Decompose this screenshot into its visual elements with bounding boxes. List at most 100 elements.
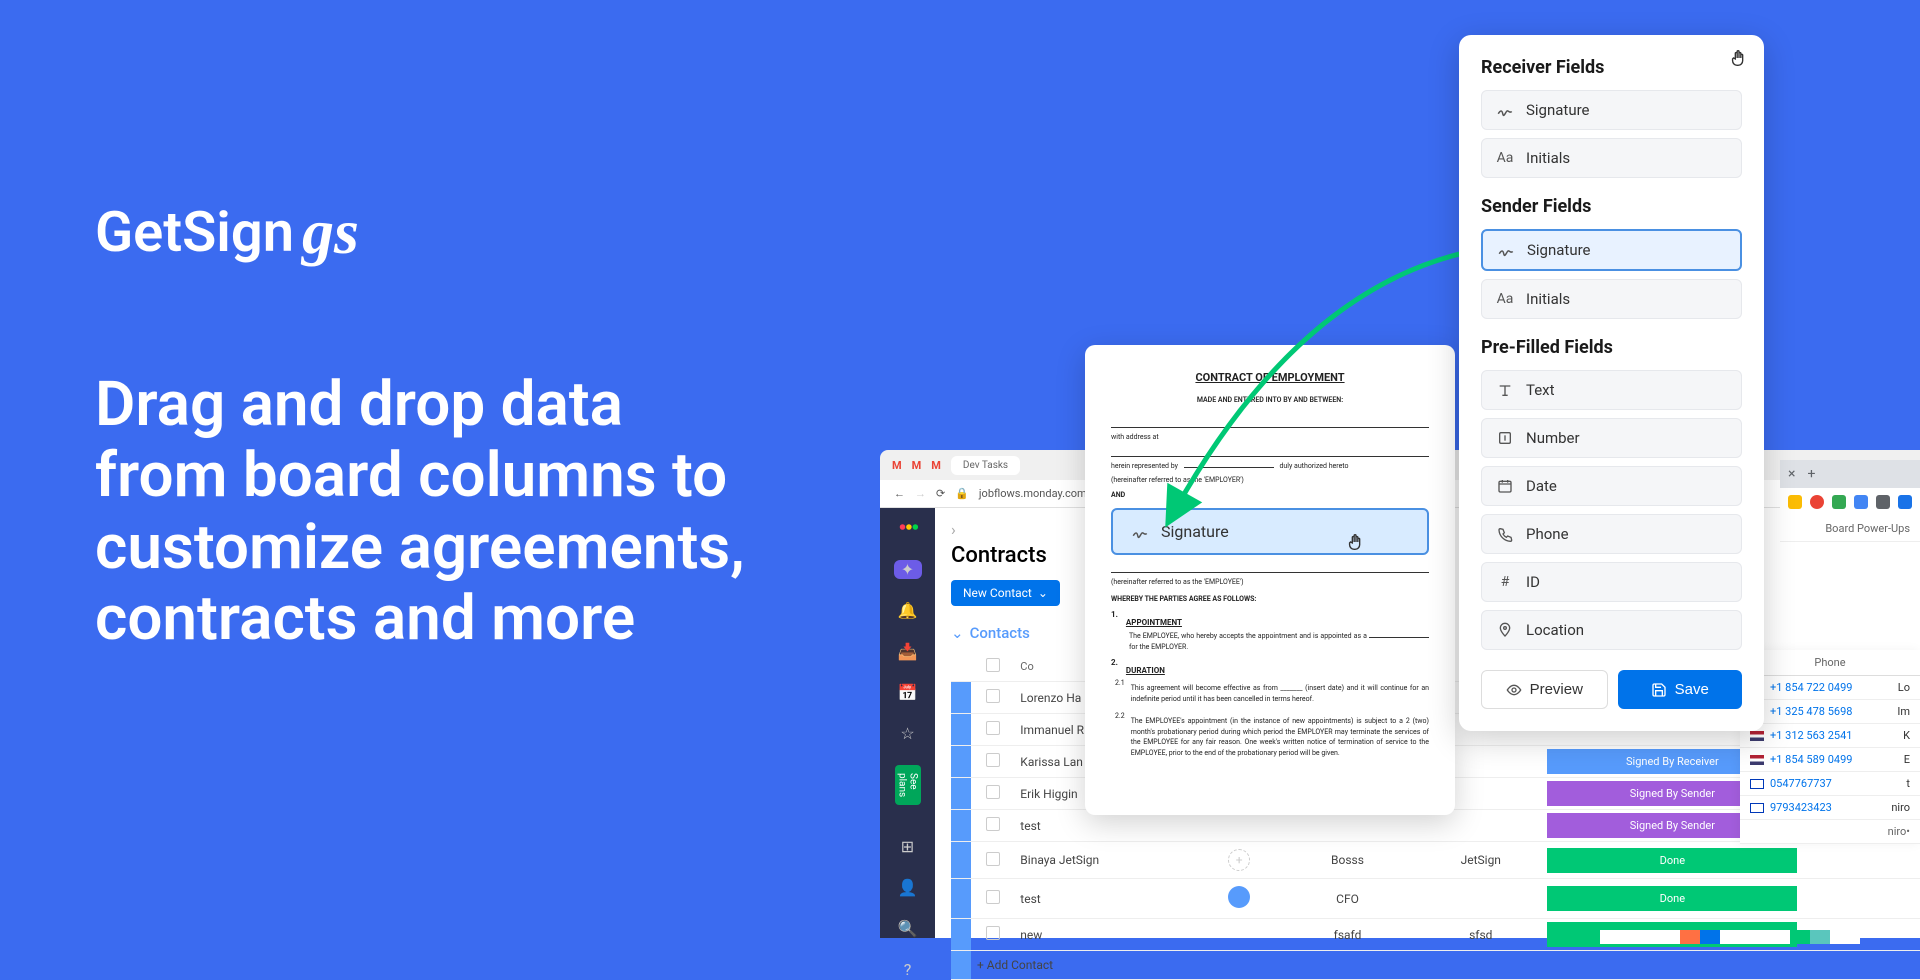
text-icon bbox=[1496, 381, 1514, 399]
date-field[interactable]: Date bbox=[1481, 466, 1742, 506]
phone-field[interactable]: Phone bbox=[1481, 514, 1742, 554]
contact-name: new bbox=[1014, 919, 1197, 951]
calendar-icon bbox=[1496, 477, 1514, 495]
tab-icon[interactable]: M bbox=[912, 459, 922, 472]
field-label: ID bbox=[1526, 573, 1540, 591]
board-power-ups[interactable]: Board Power-Ups bbox=[1780, 516, 1920, 542]
headline-line-3: customize agreements, bbox=[95, 512, 745, 583]
receiver-initials-field[interactable]: Aa Initials bbox=[1481, 138, 1742, 178]
row-checkbox[interactable] bbox=[986, 817, 1000, 831]
fields-panel: Receiver Fields Signature Aa Initials Se… bbox=[1459, 35, 1764, 731]
phone-row[interactable]: +1 854 722 0499Lo bbox=[1740, 676, 1920, 700]
phone-row[interactable]: 9793423423 niro bbox=[1740, 796, 1920, 820]
ext-icon[interactable] bbox=[1876, 495, 1890, 509]
preview-label: Preview bbox=[1530, 681, 1583, 698]
forward-icon[interactable]: → bbox=[915, 487, 926, 500]
row-checkbox[interactable] bbox=[986, 753, 1000, 767]
location-icon bbox=[1496, 621, 1514, 639]
sender-initials-field[interactable]: Aa Initials bbox=[1481, 279, 1742, 319]
field-label: Initials bbox=[1526, 290, 1570, 308]
search-rail-icon[interactable]: 🔍 bbox=[896, 919, 920, 938]
extension-icons bbox=[1780, 488, 1920, 516]
flag-icon bbox=[1750, 731, 1764, 741]
phone-number: 9793423423 bbox=[1770, 801, 1832, 814]
row-checkbox[interactable] bbox=[986, 890, 1000, 904]
text-field[interactable]: Text bbox=[1481, 370, 1742, 410]
row-checkbox[interactable] bbox=[986, 926, 1000, 940]
field-label: Signature bbox=[1526, 101, 1590, 119]
row-checkbox[interactable] bbox=[986, 852, 1000, 866]
phone-row[interactable]: 0547767737t bbox=[1740, 772, 1920, 796]
drop-label: Signature bbox=[1161, 522, 1229, 541]
field-label: Phone bbox=[1526, 525, 1569, 543]
tab-devtasks[interactable]: Dev Tasks bbox=[951, 456, 1020, 475]
calendar-rail-icon[interactable]: 📅 bbox=[896, 683, 920, 702]
table-row[interactable]: test CFO Done bbox=[951, 879, 1920, 919]
select-all-checkbox[interactable] bbox=[986, 658, 1000, 672]
table-row[interactable]: Binaya JetSign + Bosss JetSign Done bbox=[951, 842, 1920, 879]
field-label: Text bbox=[1526, 381, 1555, 399]
ext-icon[interactable] bbox=[1788, 495, 1802, 509]
back-icon[interactable]: ← bbox=[894, 487, 905, 500]
row-checkbox[interactable] bbox=[986, 785, 1000, 799]
shield-icon[interactable] bbox=[1898, 495, 1912, 509]
reload-icon[interactable]: ⟳ bbox=[936, 487, 945, 500]
signature-drop-zone[interactable]: Signature bbox=[1111, 508, 1429, 555]
invite-icon[interactable]: 👤 bbox=[896, 878, 920, 897]
drop-cursor-icon bbox=[1345, 531, 1367, 557]
notifications-icon[interactable]: 🔔 bbox=[896, 601, 920, 620]
phone-tail: Lo bbox=[1898, 681, 1910, 694]
ext-icon[interactable] bbox=[1832, 495, 1846, 509]
add-contact-row[interactable]: + Add Contact bbox=[971, 951, 1920, 980]
save-button[interactable]: Save bbox=[1618, 670, 1743, 709]
field-label: Number bbox=[1526, 429, 1580, 447]
phone-row[interactable]: +1 312 563 2541 K bbox=[1740, 724, 1920, 748]
s1-body2: for the EMPLOYER. bbox=[1129, 643, 1188, 651]
new-contact-button[interactable]: New Contact ⌄ bbox=[951, 580, 1060, 606]
lock-icon: 🔒 bbox=[955, 487, 969, 500]
s21-num: 2.1 bbox=[1115, 679, 1125, 708]
phone-last: niro• bbox=[1740, 820, 1920, 844]
location-field[interactable]: Location bbox=[1481, 610, 1742, 650]
new-tab-icon[interactable]: + bbox=[1807, 466, 1815, 482]
ext-icon[interactable] bbox=[1854, 495, 1868, 509]
doc-rep-suffix: duly authorized hereto bbox=[1279, 462, 1348, 470]
workspace-icon[interactable]: ✦ bbox=[894, 560, 922, 579]
doc-subtitle: MADE AND ENTERED INTO BY AND BETWEEN: bbox=[1111, 396, 1429, 404]
phone-icon bbox=[1496, 525, 1514, 543]
phone-tail: E bbox=[1904, 753, 1910, 766]
row-checkbox[interactable] bbox=[986, 689, 1000, 703]
doc-and: AND bbox=[1111, 490, 1429, 501]
id-field[interactable]: # ID bbox=[1481, 562, 1742, 602]
initials-icon: Aa bbox=[1496, 149, 1514, 167]
headline-line-4: contracts and more bbox=[95, 583, 745, 654]
favorites-icon[interactable]: ☆ bbox=[896, 724, 920, 743]
contact-name: Binaya JetSign bbox=[1014, 842, 1197, 879]
number-field[interactable]: Number bbox=[1481, 418, 1742, 458]
phone-tail: K bbox=[1903, 729, 1910, 742]
inbox-icon[interactable]: 📥 bbox=[896, 642, 920, 661]
help-icon[interactable]: ? bbox=[896, 960, 920, 979]
preview-button[interactable]: Preview bbox=[1481, 670, 1608, 709]
apps-icon[interactable]: ⊞ bbox=[896, 837, 920, 856]
row-checkbox[interactable] bbox=[986, 721, 1000, 735]
receiver-signature-field[interactable]: Signature bbox=[1481, 90, 1742, 130]
strip-tab-controls: × + bbox=[1780, 460, 1920, 488]
monday-logo-icon[interactable] bbox=[896, 516, 920, 538]
tab-icon[interactable]: M bbox=[892, 459, 902, 472]
phone-number: +1 312 563 2541 bbox=[1770, 729, 1852, 742]
grab-cursor-icon bbox=[1728, 47, 1750, 73]
phone-row[interactable]: +1 854 589 0499E bbox=[1740, 748, 1920, 772]
flag-icon bbox=[1750, 755, 1764, 765]
phone-number: +1 325 478 5698 bbox=[1770, 705, 1852, 718]
phone-row[interactable]: +1 325 478 5698Im bbox=[1740, 700, 1920, 724]
right-browser-strip: × + Board Power-Ups bbox=[1780, 460, 1920, 542]
logo: GetSign gs bbox=[95, 195, 745, 269]
sender-signature-field[interactable]: Signature bbox=[1481, 229, 1742, 271]
phone-tail: niro bbox=[1891, 801, 1910, 814]
see-plans-button[interactable]: See plans bbox=[895, 765, 921, 805]
tab-icon[interactable]: M bbox=[931, 459, 941, 472]
field-label: Location bbox=[1526, 621, 1584, 639]
close-tab-icon[interactable]: × bbox=[1788, 466, 1795, 482]
ext-icon[interactable] bbox=[1810, 495, 1824, 509]
